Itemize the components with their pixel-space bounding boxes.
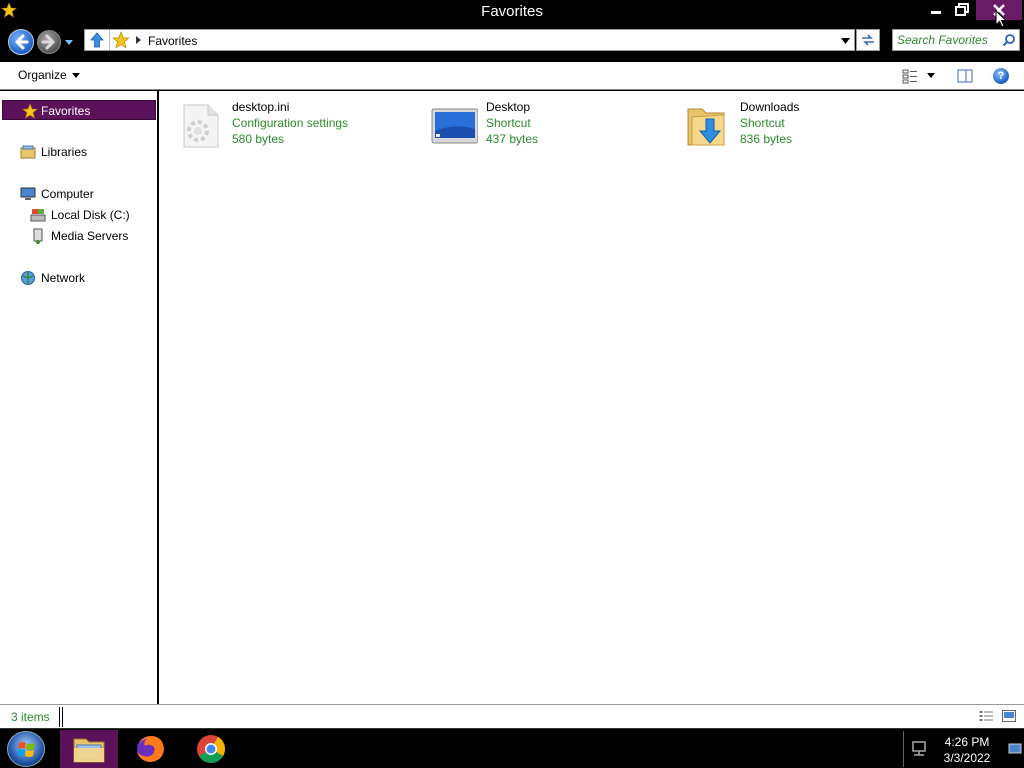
search-input[interactable] [897,32,997,48]
search-box[interactable] [892,29,1020,51]
file-size: 580 bytes [232,132,285,146]
media-server-icon [33,228,43,244]
show-desktop-icon[interactable] [1008,739,1022,759]
file-size: 836 bytes [740,132,793,146]
back-arrow-icon [15,34,29,50]
libraries-icon [20,145,36,159]
recent-locations-dropdown-icon[interactable] [64,37,74,47]
taskbar-firefox[interactable] [121,730,179,768]
taskbar-chrome[interactable] [182,730,240,768]
windows-logo-icon [17,742,35,757]
refresh-button[interactable] [856,29,880,51]
nav-item-network[interactable]: Network [20,268,150,288]
nav-item-label: Network [41,271,86,285]
status-divider [59,707,63,727]
system-tray: 4:26 PM 3/3/2022 [903,731,1024,767]
nav-item-favorites[interactable]: Favorites [2,100,156,120]
search-icon[interactable] [1002,33,1016,47]
view-options-dropdown-icon[interactable] [927,73,935,78]
start-button[interactable] [7,731,45,767]
nav-item-label: Favorites [41,104,91,118]
breadcrumb-chevron-icon[interactable] [136,35,142,45]
item-count: 3 items [11,710,50,724]
large-icons-view-icon[interactable] [1002,710,1016,722]
favorites-location-icon [112,31,130,49]
file-list: desktop.ini Configuration settings 580 b… [159,91,1024,704]
nav-item-local-disk[interactable]: Local Disk (C:) [30,205,155,225]
minimize-icon [931,11,941,14]
refresh-icon [862,34,874,46]
restore-icon [955,3,969,16]
star-icon [22,103,38,119]
file-name: Downloads [740,100,800,114]
config-file-icon [183,104,219,148]
desktop-icon [431,108,478,144]
file-name: Desktop [486,100,531,114]
network-status-icon[interactable] [910,741,928,757]
file-item[interactable]: Desktop Shortcut 437 bytes [430,99,670,153]
downloads-folder-icon [687,108,725,146]
up-folder-icon[interactable] [87,31,107,49]
nav-item-label: Libraries [41,145,88,159]
file-size: 437 bytes [486,132,539,146]
back-button[interactable] [8,29,34,55]
file-item[interactable]: desktop.ini Configuration settings 580 b… [176,99,416,153]
firefox-icon [137,736,164,762]
title-bar[interactable]: Favorites [0,0,1024,24]
minimize-button[interactable] [924,0,948,20]
chrome-icon [197,735,225,763]
nav-item-media-servers[interactable]: Media Servers [30,226,155,246]
clock-date[interactable]: 3/3/2022 [932,751,1002,765]
breadcrumb-favorites[interactable]: Favorites [148,34,197,48]
preview-pane-icon[interactable] [957,68,973,84]
mouse-cursor-icon [995,10,1007,28]
chevron-down-icon [71,73,80,79]
status-bar: 3 items [0,704,1024,728]
forward-arrow-icon [41,34,55,50]
address-divider [109,30,110,50]
nav-item-label: Local Disk (C:) [51,208,130,222]
details-view-icon[interactable] [979,710,993,722]
taskbar: 4:26 PM 3/3/2022 [0,728,1024,768]
taskbar-file-explorer[interactable] [60,730,118,768]
nav-item-computer[interactable]: Computer [20,184,150,204]
file-explorer-icon [73,738,105,763]
change-view-icon[interactable] [902,68,918,84]
file-item[interactable]: Downloads Shortcut 836 bytes [684,99,924,153]
file-type: Shortcut [486,116,531,130]
nav-item-label: Computer [41,187,94,201]
window-title: Favorites [481,3,543,20]
navigation-bar: Favorites [0,24,1024,60]
address-history-dropdown-icon[interactable] [841,38,850,44]
organize-label: Organize [18,68,67,82]
organize-button[interactable]: Organize [18,68,80,82]
network-icon [21,271,35,285]
clock-time[interactable]: 4:26 PM [932,735,1002,749]
file-type: Configuration settings [232,116,349,130]
file-name: desktop.ini [232,100,290,114]
forward-button[interactable] [37,30,61,54]
local-disk-icon [30,209,46,222]
computer-icon [20,187,36,200]
address-bar[interactable]: Favorites [84,29,855,51]
nav-item-libraries[interactable]: Libraries [20,142,150,162]
file-type: Shortcut [740,116,785,130]
navigation-pane: Favorites Libraries Computer Local Disk … [0,91,157,704]
command-bar: Organize ? [0,60,1024,90]
help-icon[interactable]: ? [993,68,1009,84]
restore-button[interactable] [950,0,974,20]
nav-item-label: Media Servers [51,229,129,243]
